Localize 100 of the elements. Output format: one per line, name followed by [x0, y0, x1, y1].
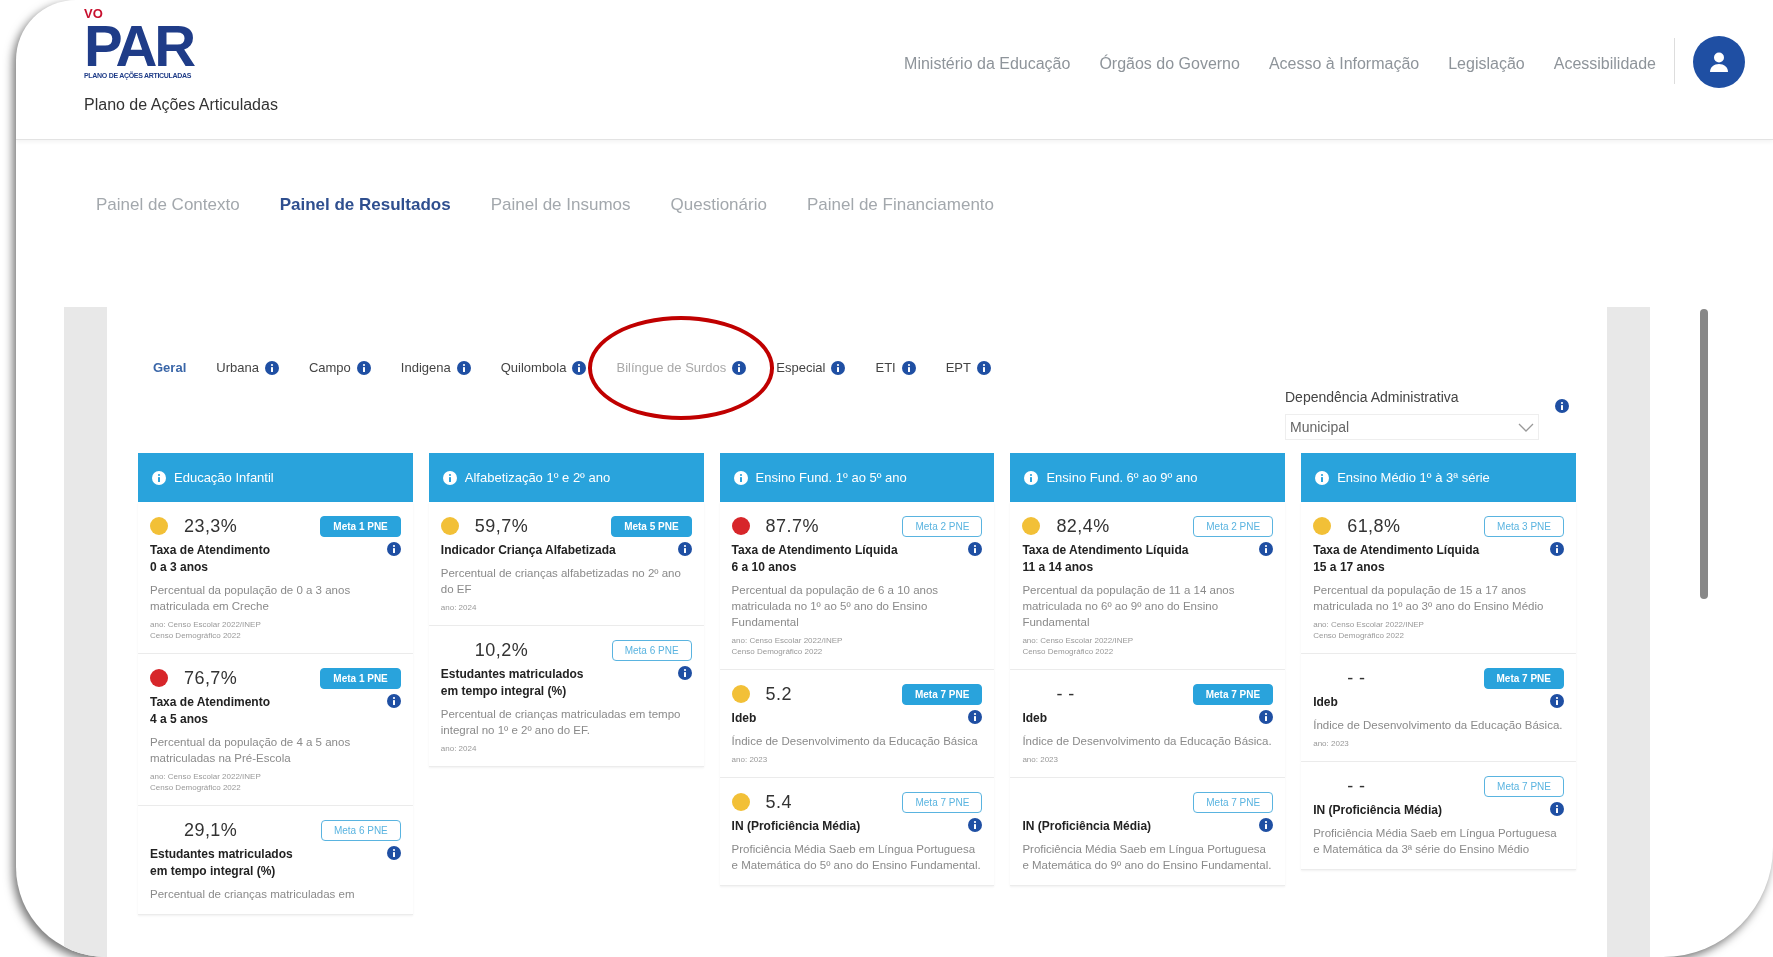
indicator-value: 5.2 [765, 683, 792, 704]
source-note: Censo Demográfico 2022 [1022, 646, 1115, 657]
nav-link[interactable]: Ministério da Educação [904, 52, 1071, 76]
meta-badge[interactable]: Meta 7 PNE [901, 683, 983, 705]
info-icon[interactable] [968, 710, 983, 724]
indicator-title: 4 a 5 anos [150, 711, 210, 728]
info-icon[interactable] [456, 361, 471, 375]
info-icon[interactable] [1550, 694, 1564, 708]
source-note: ano: 2023 [1313, 738, 1350, 749]
column-title: Ensino Médio 1º à 3ª série [1337, 468, 1490, 487]
indicator-title: Estudantes matriculados [440, 666, 584, 683]
indicator-value: 59,7% [474, 515, 529, 536]
indicator-title: Taxa de Atendimento [150, 542, 271, 559]
info-icon[interactable] [386, 846, 401, 860]
meta-badge[interactable]: Meta 7 PNE [1193, 791, 1274, 813]
source-note: ano: 2024 [440, 743, 478, 754]
info-icon[interactable] [386, 542, 401, 556]
nav-link[interactable]: Acessibilidade [1553, 52, 1656, 76]
meta-badge[interactable]: Meta 7 PNE [1483, 667, 1564, 689]
meta-badge[interactable]: Meta 1 PNE [320, 667, 401, 689]
indicator-title: em tempo integral (%) [440, 683, 568, 700]
nav-link[interactable]: Legislação [1448, 52, 1525, 76]
panel-tab[interactable]: Painel de Insumos [490, 192, 631, 216]
source-note: Censo Demográfico 2022 [150, 630, 242, 641]
meta-badge[interactable]: Meta 6 PNE [320, 819, 401, 841]
indicator-title: IN (Proficiência Média) [1313, 802, 1442, 819]
nav-link[interactable]: Órgãos do Governo [1099, 52, 1240, 76]
indicator-value: - - [1056, 683, 1075, 704]
indicator-description: Índice de Desenvolvimento da Educação Básica [731, 734, 979, 749]
indicator-title: 0 a 3 anos [150, 559, 210, 576]
indicator-title: 15 a 17 anos [1313, 559, 1386, 576]
info-icon[interactable] [1259, 818, 1274, 832]
user-avatar[interactable] [1693, 36, 1745, 88]
column-title: Ensino Fund. 1º ao 5º ano [755, 468, 907, 487]
site-subtitle: Plano de Ações Articuladas [84, 95, 278, 115]
source-note: ano: Censo Escolar 2022/INEP [150, 771, 262, 782]
indicator-description: Percentual de crianças alfabetizadas no 2º ano do EF [440, 566, 682, 597]
info-icon[interactable] [1555, 399, 1569, 413]
indicator-title: 11 a 14 anos [1022, 559, 1095, 576]
indicator-description: Percentual da população de 11 a 14 anos matriculada no 6º ao 9º ano do Ensino Fundamental [1022, 583, 1236, 630]
indicator-value: 23,3% [184, 515, 238, 536]
meta-badge[interactable]: Meta 3 PNE [1484, 515, 1564, 537]
info-icon[interactable] [1550, 542, 1564, 556]
filter-tab[interactable]: Geral [153, 358, 187, 378]
info-icon[interactable] [1259, 542, 1274, 556]
meta-badge[interactable]: Meta 1 PNE [320, 515, 401, 537]
filter-tab[interactable]: ETI [875, 358, 896, 378]
meta-badge[interactable]: Meta 7 PNE [1192, 683, 1274, 705]
filter-tab[interactable]: Campo [308, 358, 351, 378]
indicator-value: 76,7% [184, 667, 238, 688]
column-title: Ensino Fund. 6º ao 9º ano [1046, 468, 1198, 487]
panel-tab[interactable]: Painel de Contexto [96, 192, 240, 216]
source-note: ano: Censo Escolar 2022/INEP [150, 619, 262, 630]
meta-badge[interactable]: Meta 7 PNE [1484, 775, 1564, 797]
info-icon[interactable] [1550, 802, 1564, 816]
logo-text: PAR [84, 20, 195, 72]
indicator-description: Percentual de crianças matriculadas em tempo integral no 1º e 2º ano do EF. [440, 707, 682, 738]
info-icon[interactable] [677, 666, 692, 680]
info-icon[interactable] [977, 361, 991, 375]
scrollbar[interactable] [1700, 309, 1708, 599]
info-icon[interactable] [264, 361, 279, 375]
indicator-description: Proficiência Média Saeb em Língua Portuguesa e Matemática da 3ª série do Ensino Médio [1313, 826, 1558, 857]
meta-badge[interactable]: Meta 7 PNE [902, 791, 983, 813]
info-icon[interactable] [968, 818, 983, 832]
source-note: Censo Demográfico 2022 [1313, 630, 1405, 641]
source-note: ano: 2023 [1022, 754, 1059, 765]
indicator-title: IN (Proficiência Média) [1022, 818, 1152, 835]
info-icon[interactable] [386, 694, 401, 708]
source-note: ano: 2023 [731, 754, 769, 765]
info-icon[interactable] [356, 361, 371, 375]
indicator-title: Taxa de Atendimento [150, 694, 271, 711]
indicator-title: Indicador Criança Alfabetizada [440, 542, 616, 559]
nav-link[interactable]: Acesso à Informação [1268, 52, 1420, 76]
meta-badge[interactable]: Meta 2 PNE [902, 515, 983, 537]
meta-badge[interactable]: Meta 2 PNE [1193, 515, 1274, 537]
filter-tab[interactable]: Quilombola [500, 358, 567, 378]
indicator-description: Proficiência Média Saeb em Língua Portuguesa e Matemática do 5º ano do Ensino Fundamental. [731, 842, 982, 873]
indicator-value: 29,1% [184, 819, 238, 840]
indicator-value: 87.7% [765, 515, 819, 536]
panel-tab[interactable]: Painel de Financiamento [806, 192, 995, 216]
filter-tab[interactable]: Indigena [400, 358, 451, 378]
meta-badge[interactable]: Meta 6 PNE [611, 639, 692, 661]
panel-tab[interactable]: Painel de Resultados [279, 192, 451, 216]
indicator-description: Percentual da população de 0 a 3 anos matriculada em Creche [150, 583, 352, 614]
info-icon[interactable] [968, 542, 983, 556]
info-icon[interactable] [677, 542, 692, 556]
filter-tab[interactable]: Especial [776, 358, 826, 378]
dependency-select[interactable]: Municipal [1285, 414, 1539, 440]
filter-tab[interactable]: EPT [945, 358, 971, 378]
info-icon[interactable] [572, 361, 587, 375]
indicator-value: 5.4 [765, 791, 792, 812]
info-icon[interactable] [1259, 710, 1274, 724]
info-icon[interactable] [901, 361, 916, 375]
indicator-title: Taxa de Atendimento Líquida [731, 542, 898, 559]
panel-tab[interactable]: Questionário [670, 192, 767, 216]
filter-tab[interactable]: Urbana [216, 358, 259, 378]
column-title: Alfabetização 1º e 2º ano [464, 468, 611, 487]
source-note: ano: Censo Escolar 2022/INEP [1022, 635, 1135, 646]
meta-badge[interactable]: Meta 5 PNE [611, 515, 692, 537]
info-icon[interactable] [831, 361, 846, 375]
